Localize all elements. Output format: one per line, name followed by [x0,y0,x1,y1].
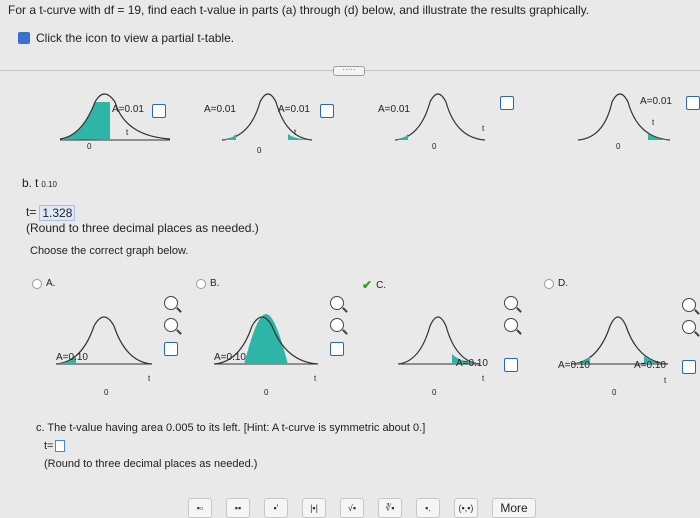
part-b-label: b. t 0.10 [22,176,57,190]
choose-prompt: Choose the correct graph below. [30,245,189,257]
t-label: t [148,374,151,383]
answer-prefix: t= [44,440,54,452]
option-b[interactable]: B. [196,278,219,289]
answer-field[interactable]: 1.328 [39,205,76,221]
absolute-value-button[interactable]: |▪| [302,498,326,518]
table-link-row[interactable]: Click the icon to view a partial t-table… [18,31,234,45]
answer-prefix: t= [26,205,37,219]
table-link-text[interactable]: Click the icon to view a partial t-table… [36,31,234,45]
part-c-answer-row: t= [44,440,66,452]
t-label: t [482,374,485,383]
mixed-number-button[interactable]: ▪▪ [226,498,250,518]
rounding-note: (Round to three decimal places as needed… [44,458,258,470]
checkmark-icon: ✔ [362,278,373,292]
option-graphs [55,314,669,365]
zero-label: 0 [87,142,92,151]
option-letter: C. [376,279,387,291]
zoom-out-icon[interactable] [330,318,344,332]
t-label: t [652,118,655,127]
top-graph-3 [394,93,486,141]
t-symbol: t [35,176,39,190]
top-graph-3-area: A=0.01 [378,104,410,115]
zoom-in-icon[interactable] [504,296,518,310]
fraction-button[interactable]: ▪▫ [188,498,212,518]
zoom-in-icon[interactable] [164,296,178,310]
popout-icon[interactable] [686,96,700,110]
zoom-out-icon[interactable] [682,320,696,334]
zoom-out-icon[interactable] [504,318,518,332]
option-a-area: A=0.10 [56,352,88,363]
part-c-question: c. The t-value having area 0.005 to its … [36,422,426,434]
popout-icon[interactable] [152,104,166,118]
radio-b[interactable] [196,278,206,289]
zero-label: 0 [612,388,617,397]
option-c-graph [397,316,481,365]
option-a[interactable]: A. [32,278,55,289]
part-letter: b. [22,176,33,190]
option-d[interactable]: D. [544,278,568,289]
part-b-answer-row: t= 1.328 [26,205,76,221]
radio-a[interactable] [32,278,42,289]
t-label: t [664,376,667,385]
option-d-area-right: A=0.10 [634,360,666,371]
option-d-area-left: A=0.10 [558,360,590,371]
zero-label: 0 [616,142,621,151]
t-label: t [314,374,317,383]
t-label: t [126,128,129,137]
book-icon[interactable] [18,32,30,44]
popout-icon[interactable] [164,342,178,356]
decimal-button[interactable]: ▪. [416,498,440,518]
subscript: 0.10 [41,180,57,189]
more-toggle[interactable]: ····· [333,66,365,76]
math-toolbar: ▪▫ ▪▪ ▪' |▪| √▪ ∛▪ ▪. (▪,▪) More [188,498,536,518]
popout-icon[interactable] [320,104,334,118]
answer-input[interactable] [55,440,66,452]
top-graph-4-area: A=0.01 [640,96,672,107]
popout-icon[interactable] [504,358,518,372]
popout-icon[interactable] [500,96,514,110]
option-letter: A. [46,278,56,289]
exponent-button[interactable]: ▪' [264,498,288,518]
sqrt-button[interactable]: √▪ [340,498,364,518]
popout-icon[interactable] [682,360,696,374]
top-graph-2-area-right: A=0.01 [278,104,310,115]
more-button[interactable]: More [492,498,536,518]
zero-label: 0 [257,146,262,155]
question-text: For a t-curve with df = 19, find each t-… [8,3,590,17]
option-b-area: A=0.10 [214,352,246,363]
option-letter: B. [210,278,220,289]
top-graphs [59,93,671,141]
option-letter: D. [558,278,568,289]
option-c[interactable]: ✔ C. [362,278,386,292]
popout-icon[interactable] [330,342,344,356]
option-d-graph [571,316,669,365]
option-c-area: A=0.10 [456,358,488,369]
radio-d[interactable] [544,278,554,289]
zero-label: 0 [104,388,109,397]
zero-label: 0 [264,388,269,397]
ordered-pair-button[interactable]: (▪,▪) [454,498,478,518]
top-graph-2 [221,93,313,141]
t-label: t [294,128,297,137]
cube-root-button[interactable]: ∛▪ [378,498,402,518]
t-label: t [482,124,485,133]
zoom-in-icon[interactable] [682,298,696,312]
zoom-out-icon[interactable] [164,318,178,332]
top-graph-2-area-left: A=0.01 [204,104,236,115]
zero-label: 0 [432,142,437,151]
top-graph-1-area: A=0.01 [112,104,144,115]
zoom-in-icon[interactable] [330,296,344,310]
zero-label: 0 [432,388,437,397]
rounding-note: (Round to three decimal places as needed… [26,221,259,235]
